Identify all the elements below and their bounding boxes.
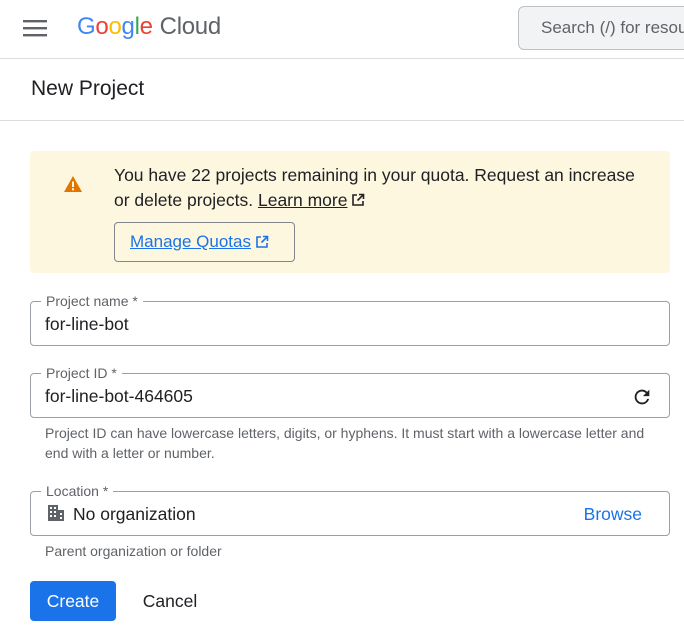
logo-letter: o (95, 13, 109, 40)
location-field[interactable]: Location * No organization Browse (30, 482, 670, 536)
logo-letter: o (108, 13, 122, 40)
location-help-text: Parent organization or folder (45, 543, 222, 559)
learn-more-link[interactable]: Learn more (258, 190, 348, 210)
browse-button[interactable]: Browse (584, 504, 642, 525)
quota-warning-banner: You have 22 projects remaining in your q… (30, 151, 670, 273)
menu-icon (23, 20, 47, 37)
warning-icon (64, 176, 82, 192)
location-label: Location * (41, 482, 114, 500)
refresh-icon[interactable] (631, 386, 653, 408)
organization-icon (48, 505, 64, 521)
quota-warning-text: You have 22 projects remaining in your q… (114, 163, 654, 213)
project-id-value: for-line-bot-464605 (45, 386, 193, 406)
logo-letter: G (77, 13, 96, 40)
project-name-value: for-line-bot (45, 314, 129, 334)
search-placeholder: Search (/) for resources (541, 18, 684, 37)
logo-letter: g (121, 13, 135, 40)
logo-product-name: Cloud (159, 13, 222, 40)
location-value: No organization (73, 504, 196, 524)
page-header: New Project (0, 59, 684, 121)
project-id-help-text: Project ID can have lowercase letters, d… (45, 425, 645, 461)
project-name-field[interactable]: Project name * for-line-bot (30, 292, 670, 346)
manage-quotas-button[interactable]: Manage Quotas (114, 222, 295, 262)
project-id-field[interactable]: Project ID * for-line-bot-464605 (30, 364, 670, 418)
menu-button[interactable] (20, 16, 50, 40)
cancel-button[interactable]: Cancel (127, 581, 213, 621)
logo-letter: e (139, 13, 153, 40)
project-id-label: Project ID * (41, 364, 122, 382)
manage-quotas-label: Manage Quotas (130, 232, 251, 251)
create-button[interactable]: Create (30, 581, 116, 621)
search-input[interactable]: Search (/) for resources (518, 6, 684, 50)
page-title: New Project (31, 77, 145, 100)
external-link-icon (256, 235, 269, 248)
google-cloud-logo[interactable]: Google Cloud (77, 12, 221, 42)
project-name-label: Project name * (41, 292, 143, 310)
top-bar: Google Cloud Search (/) for resources (0, 0, 684, 59)
external-link-icon (352, 193, 365, 206)
quota-message: You have 22 projects remaining in your q… (114, 165, 635, 210)
